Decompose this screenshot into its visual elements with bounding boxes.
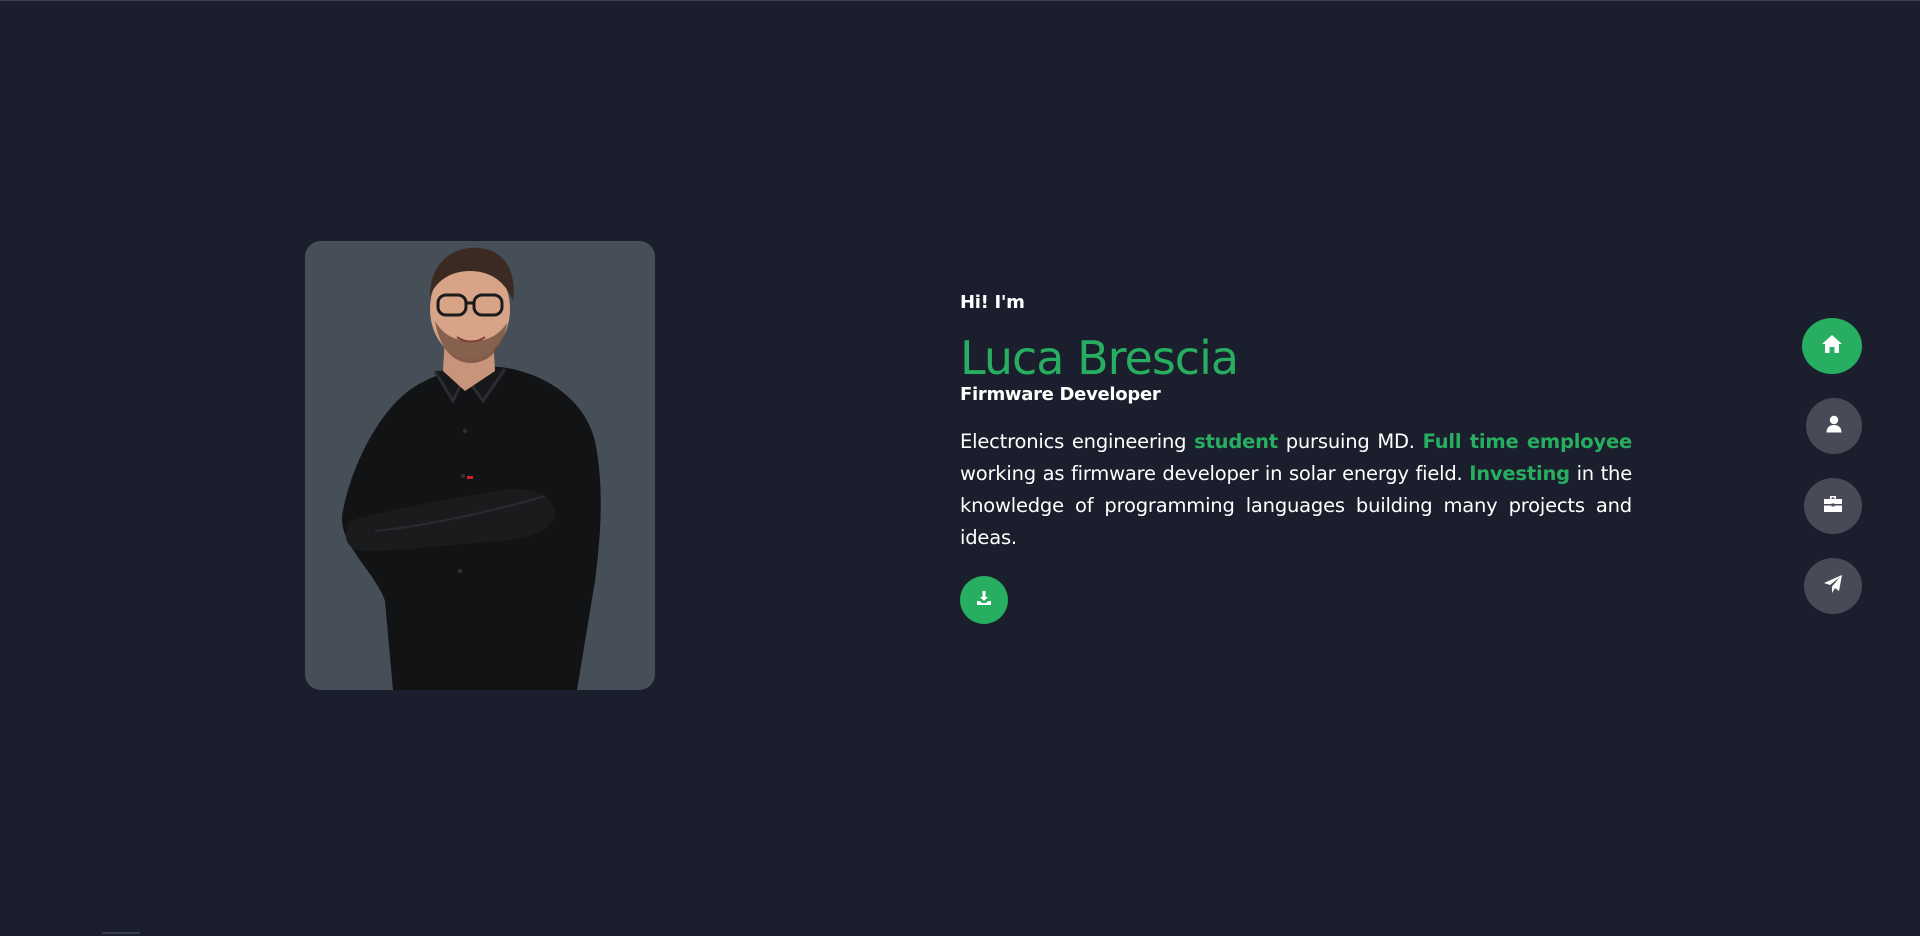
bio-accent-student: student	[1194, 430, 1278, 453]
nav-about-button[interactable]	[1806, 398, 1862, 454]
bio-paragraph: Electronics engineering student pursuing…	[960, 426, 1632, 554]
user-icon	[1826, 415, 1842, 437]
greeting-text: Hi! I'm	[960, 292, 1025, 313]
bio-text-part-3: working as firmware developer in solar e…	[960, 462, 1470, 485]
nav-portfolio-button[interactable]	[1804, 478, 1862, 534]
download-icon	[976, 590, 992, 610]
top-divider	[0, 0, 1920, 1]
job-title: Firmware Developer	[960, 384, 1161, 405]
bio-accent-employee: Full time employee	[1422, 430, 1633, 453]
briefcase-icon	[1823, 495, 1843, 517]
intro-section: Hi! I'm Luca Brescia Firmware Developer …	[960, 290, 1632, 624]
home-icon	[1821, 334, 1843, 358]
bio-text-part-2: pursuing MD.	[1277, 430, 1423, 453]
bio-accent-investing: Investing	[1469, 462, 1570, 485]
profile-photo	[305, 241, 655, 690]
download-cv-button[interactable]	[960, 576, 1008, 624]
scroll-indicator	[102, 932, 140, 934]
bio-text-part-1: Electronics engineering	[960, 430, 1195, 453]
nav-home-button[interactable]	[1802, 318, 1862, 374]
page: Hi! I'm Luca Brescia Firmware Developer …	[0, 0, 1920, 936]
person-name: Luca Brescia	[960, 331, 1239, 385]
nav-contact-button[interactable]	[1804, 558, 1862, 614]
paper-plane-icon	[1823, 574, 1843, 598]
